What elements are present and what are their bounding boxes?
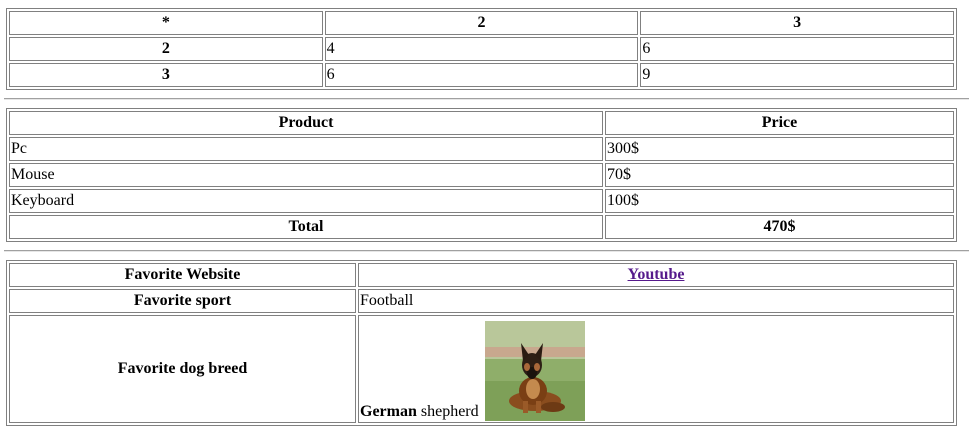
dog-label: Favorite dog breed (9, 315, 356, 423)
website-value-cell: Youtube (358, 263, 954, 287)
dog-breed-rest: shepherd (416, 403, 479, 420)
table-row: Favorite Website Youtube (9, 263, 954, 287)
header-cell: * (9, 11, 323, 35)
table-row: Mouse 70$ (9, 163, 954, 187)
price-cell: 100$ (605, 189, 954, 213)
product-cell: Mouse (9, 163, 603, 187)
table-row: Favorite dog breed German shepherd (9, 315, 954, 423)
youtube-link[interactable]: Youtube (628, 266, 685, 283)
row-header-cell: 2 (9, 37, 323, 61)
sport-label: Favorite sport (9, 289, 356, 313)
website-label: Favorite Website (9, 263, 356, 287)
table-cell: 4 (324, 37, 639, 61)
multiplication-table: * 2 3 2 4 6 3 6 9 (6, 8, 957, 90)
dog-value-cell: German shepherd (358, 315, 954, 423)
favorites-table: Favorite Website Youtube Favorite sport … (6, 260, 957, 426)
table-cell: 9 (640, 63, 954, 87)
table-row: Favorite sport Football (9, 289, 954, 313)
header-cell: 2 (324, 11, 639, 35)
table-row: * 2 3 (9, 11, 954, 35)
table-row: Pc 300$ (9, 137, 954, 161)
row-header-cell: 3 (9, 63, 323, 87)
sport-value: Football (358, 289, 954, 313)
divider (4, 98, 969, 100)
total-value: 470$ (605, 215, 954, 239)
product-cell: Keyboard (9, 189, 603, 213)
table-row: 3 6 9 (9, 63, 954, 87)
product-cell: Pc (9, 137, 603, 161)
table-row: Keyboard 100$ (9, 189, 954, 213)
total-label: Total (9, 215, 603, 239)
table-row: Product Price (9, 111, 954, 135)
table-cell: 6 (324, 63, 639, 87)
header-cell-product: Product (9, 111, 603, 135)
table-row: 2 4 6 (9, 37, 954, 61)
header-cell: 3 (640, 11, 954, 35)
total-row: Total 470$ (9, 215, 954, 239)
german-shepherd-image (484, 321, 585, 421)
price-cell: 70$ (605, 163, 954, 187)
dog-breed-bold: German (360, 403, 417, 420)
table-cell: 6 (640, 37, 954, 61)
product-table: Product Price Pc 300$ Mouse 70$ Keyboard… (6, 108, 957, 242)
divider (4, 250, 969, 252)
price-cell: 300$ (605, 137, 954, 161)
header-cell-price: Price (605, 111, 954, 135)
